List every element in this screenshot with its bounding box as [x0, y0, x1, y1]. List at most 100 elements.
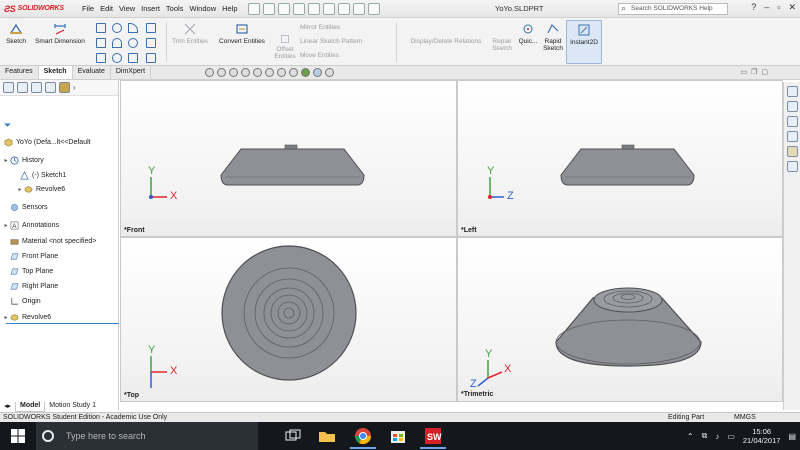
menu-help[interactable]: Help: [222, 4, 237, 13]
point-tool-icon[interactable]: [128, 53, 138, 63]
view-orientation-icon[interactable]: [265, 68, 274, 77]
menu-window[interactable]: Window: [189, 4, 216, 13]
tree-item-top-plane[interactable]: Top Plane: [10, 266, 53, 277]
restore-icon[interactable]: ▫: [777, 2, 780, 13]
open-icon[interactable]: [262, 2, 275, 15]
text-tool-icon[interactable]: [146, 23, 156, 33]
edit-appearance-icon[interactable]: [301, 68, 310, 77]
quick-snaps-button[interactable]: Quic...: [516, 22, 540, 45]
dimxpert-manager-icon[interactable]: [45, 82, 56, 93]
options-icon[interactable]: [367, 2, 380, 15]
tree-item-history[interactable]: ▸ History: [2, 155, 44, 166]
save-icon[interactable]: [277, 2, 290, 15]
hide-show-items-icon[interactable]: [289, 68, 298, 77]
design-library-icon[interactable]: [786, 101, 798, 112]
feature-manager-icon[interactable]: [3, 82, 14, 93]
viewport-front[interactable]: Y X *Front: [120, 80, 457, 237]
mirror-entities-button[interactable]: Mirror Entities: [300, 24, 364, 31]
tab-evaluate[interactable]: Evaluate: [72, 66, 111, 79]
task-view-icon[interactable]: [284, 427, 302, 445]
solidworks-taskbar-icon[interactable]: SW: [424, 427, 442, 445]
tree-item-annotations[interactable]: ▸ A Annotations: [2, 220, 59, 231]
sketch-button[interactable]: Sketch: [2, 22, 30, 45]
tree-item-revolve6-history[interactable]: ▸ Revolve6: [16, 184, 65, 195]
rebuild-icon[interactable]: [337, 2, 350, 15]
fillet-tool-icon[interactable]: [146, 53, 156, 63]
store-icon[interactable]: [389, 427, 407, 445]
viewport-restore-icon[interactable]: ❐: [751, 68, 757, 76]
trim-entities-button[interactable]: Trim Entities: [168, 22, 212, 45]
undo-icon[interactable]: [307, 2, 320, 15]
display-manager-icon[interactable]: [59, 82, 70, 93]
menu-file[interactable]: File: [82, 4, 94, 13]
tray-up-arrow-icon[interactable]: ⌃: [687, 432, 694, 441]
display-style-icon[interactable]: [277, 68, 286, 77]
expand-arrow-icon[interactable]: ▸: [2, 314, 10, 321]
tree-root-part[interactable]: YoYo (Defa...lt<<Default: [4, 137, 91, 148]
start-button[interactable]: [0, 422, 36, 450]
rectangle-tool-icon[interactable]: [96, 38, 106, 48]
instant2d-button[interactable]: Instant2D: [566, 20, 602, 64]
property-manager-icon[interactable]: [17, 82, 28, 93]
filter-icon[interactable]: ⏷: [0, 120, 118, 132]
line-tool-icon[interactable]: [96, 23, 106, 33]
menu-view[interactable]: View: [119, 4, 135, 13]
expand-panel-icon[interactable]: ›: [73, 83, 76, 92]
custom-properties-icon[interactable]: [786, 161, 798, 172]
repair-sketch-button[interactable]: Repair Sketch: [490, 38, 514, 52]
spline-tool-icon[interactable]: [128, 23, 138, 33]
convert-entities-button[interactable]: Convert Entities: [214, 22, 270, 45]
slot-tool-icon[interactable]: [96, 53, 106, 63]
plane-tool-icon[interactable]: [146, 38, 156, 48]
tab-motion-study-1[interactable]: Motion Study 1: [45, 402, 100, 412]
smart-dimension-button[interactable]: Smart Dimension: [30, 22, 90, 45]
rollback-bar[interactable]: [6, 323, 119, 324]
tree-item-revolve6[interactable]: ▸ Revolve6: [2, 312, 51, 323]
help-question-icon[interactable]: ?: [751, 2, 756, 13]
taskbar-search-box[interactable]: Type here to search: [36, 422, 258, 450]
file-explorer-icon[interactable]: [786, 116, 798, 127]
tree-item-material[interactable]: Material <not specified>: [10, 236, 96, 247]
tab-nav-arrows[interactable]: ◂▸: [0, 402, 15, 412]
minimize-icon[interactable]: –: [764, 2, 769, 13]
expand-arrow-icon[interactable]: ▸: [16, 186, 24, 193]
circle-tool-icon[interactable]: [112, 23, 122, 33]
chrome-icon[interactable]: [354, 427, 372, 445]
clock[interactable]: 15:06 21/04/2017: [743, 427, 781, 445]
ellipse-tool-icon[interactable]: [112, 53, 122, 63]
network-icon[interactable]: ⧉: [702, 431, 708, 441]
tab-dimxpert[interactable]: DimXpert: [110, 66, 152, 79]
menu-insert[interactable]: Insert: [141, 4, 160, 13]
help-search-input[interactable]: Search SOLIDWORKS Help: [618, 3, 728, 15]
units-selector[interactable]: MMGS: [734, 414, 756, 421]
configuration-manager-icon[interactable]: [31, 82, 42, 93]
tree-item-front-plane[interactable]: Front Plane: [10, 251, 58, 262]
expand-arrow-icon[interactable]: ▸: [2, 157, 10, 164]
viewport-maximize-icon[interactable]: ▢: [761, 68, 768, 76]
tree-item-sensors[interactable]: Sensors: [10, 202, 48, 213]
arc-tool-icon[interactable]: [112, 38, 122, 48]
file-properties-icon[interactable]: [352, 2, 365, 15]
select-icon[interactable]: [322, 2, 335, 15]
linear-sketch-pattern-button[interactable]: Linear Sketch Pattern: [300, 38, 390, 45]
section-view-icon[interactable]: [241, 68, 250, 77]
view-settings-icon[interactable]: [325, 68, 334, 77]
rapid-sketch-button[interactable]: Rapid Sketch: [540, 22, 566, 52]
zoom-area-icon[interactable]: [217, 68, 226, 77]
close-icon[interactable]: ✕: [788, 2, 796, 13]
polygon-tool-icon[interactable]: [128, 38, 138, 48]
battery-icon[interactable]: ▭: [727, 432, 735, 441]
display-delete-relations-button[interactable]: Display/Delete Relations: [402, 38, 490, 45]
menu-tools[interactable]: Tools: [166, 4, 184, 13]
solidworks-resources-icon[interactable]: [786, 86, 798, 97]
zoom-to-fit-icon[interactable]: [205, 68, 214, 77]
appearances-icon[interactable]: [786, 146, 798, 157]
dynamic-annotation-icon[interactable]: [253, 68, 262, 77]
tree-item-right-plane[interactable]: Right Plane: [10, 281, 58, 292]
file-explorer-icon[interactable]: [318, 427, 336, 445]
new-document-icon[interactable]: [247, 2, 260, 15]
expand-arrow-icon[interactable]: ▸: [2, 222, 10, 229]
tab-sketch[interactable]: Sketch: [38, 66, 73, 79]
notifications-icon[interactable]: ▤: [788, 432, 796, 441]
view-palette-icon[interactable]: [786, 131, 798, 142]
